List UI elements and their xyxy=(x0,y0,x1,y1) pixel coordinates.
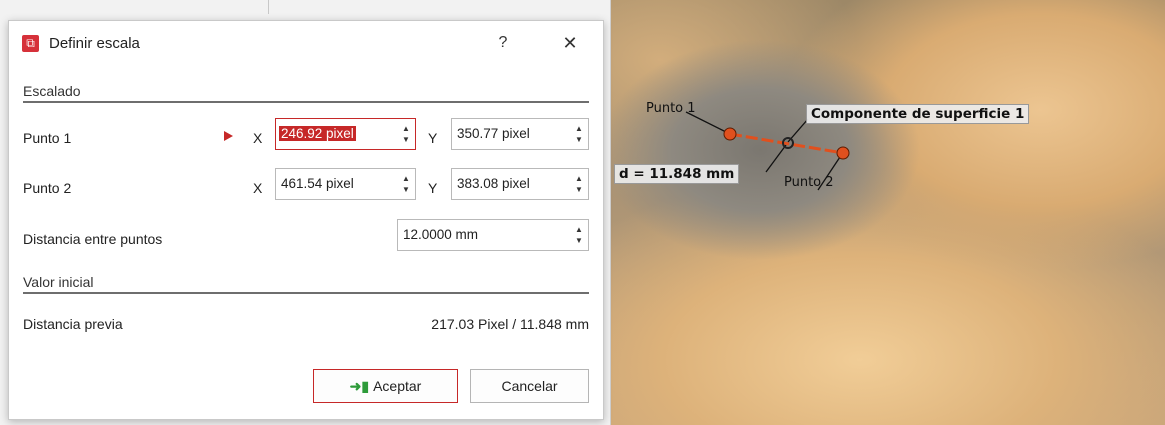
distance-label: Distancia entre puntos xyxy=(23,231,163,247)
point2-x-axis-label: X xyxy=(253,180,263,196)
point1-label: Punto 1 xyxy=(23,130,72,146)
section-scaling-label: Escalado xyxy=(23,83,81,99)
accept-button-label: Aceptar xyxy=(373,378,422,394)
previous-distance-value: 217.03 Pixel / 11.848 mm xyxy=(431,316,589,332)
measurement-line xyxy=(729,132,844,155)
dialog-title: Definir escala xyxy=(49,35,140,52)
point2-x-value: 461.54 pixel xyxy=(281,176,354,191)
dialog-titlebar[interactable]: ⧉ Definir escala ? ✕ xyxy=(9,21,603,67)
define-scale-dialog: ⧉ Definir escala ? ✕ Escalado Punto 1 X … xyxy=(8,20,604,420)
help-button[interactable]: ? xyxy=(491,30,515,56)
point2-y-axis-label: Y xyxy=(428,180,438,196)
accept-button[interactable]: ➜▮ Aceptar xyxy=(313,369,458,403)
point1-x-stepper-icon[interactable]: ▲ ▼ xyxy=(401,123,411,145)
section-initial-label: Valor inicial xyxy=(23,274,94,290)
accept-icon: ➜▮ xyxy=(349,378,370,394)
point1-y-value: 350.77 pixel xyxy=(457,126,530,141)
viewer-distance-label: d = 11.848 mm xyxy=(614,164,740,184)
leader-line-distance xyxy=(765,144,787,173)
distance-input[interactable]: 12.0000 mm ▲ ▼ xyxy=(397,219,589,251)
section-initial-divider xyxy=(23,292,589,294)
previous-distance-label: Distancia previa xyxy=(23,316,123,332)
point1-marker xyxy=(723,127,737,141)
point1-y-axis-label: Y xyxy=(428,130,438,146)
point2-x-stepper-icon[interactable]: ▲ ▼ xyxy=(401,173,411,195)
point1-y-input[interactable]: 350.77 pixel ▲ ▼ xyxy=(451,118,589,150)
point1-x-input[interactable]: 246.92 pixel ▲ ▼ xyxy=(275,118,416,150)
viewer-point2-label: Punto 2 xyxy=(784,175,834,190)
cancel-button-label: Cancelar xyxy=(501,378,558,394)
close-button[interactable]: ✕ xyxy=(557,30,583,56)
viewer-component-label: Componente de superficie 1 xyxy=(806,104,1030,124)
point2-marker xyxy=(836,146,850,160)
point2-label: Punto 2 xyxy=(23,180,72,196)
section-scaling-divider xyxy=(23,101,589,103)
viewer-point1-label: Punto 1 xyxy=(646,101,696,116)
point2-x-input[interactable]: 461.54 pixel ▲ ▼ xyxy=(275,168,416,200)
active-point-arrow-icon xyxy=(224,131,233,141)
distance-stepper-icon[interactable]: ▲ ▼ xyxy=(574,224,584,246)
point2-y-stepper-icon[interactable]: ▲ ▼ xyxy=(574,173,584,195)
point1-x-axis-label: X xyxy=(253,130,263,146)
cancel-button[interactable]: Cancelar xyxy=(470,369,589,403)
point1-x-value: 246.92 pixel xyxy=(279,126,356,141)
point2-y-value: 383.08 pixel xyxy=(457,176,530,191)
app-icon: ⧉ xyxy=(22,35,39,52)
point1-y-stepper-icon[interactable]: ▲ ▼ xyxy=(574,123,584,145)
distance-value: 12.0000 mm xyxy=(403,227,479,242)
point2-y-input[interactable]: 383.08 pixel ▲ ▼ xyxy=(451,168,589,200)
